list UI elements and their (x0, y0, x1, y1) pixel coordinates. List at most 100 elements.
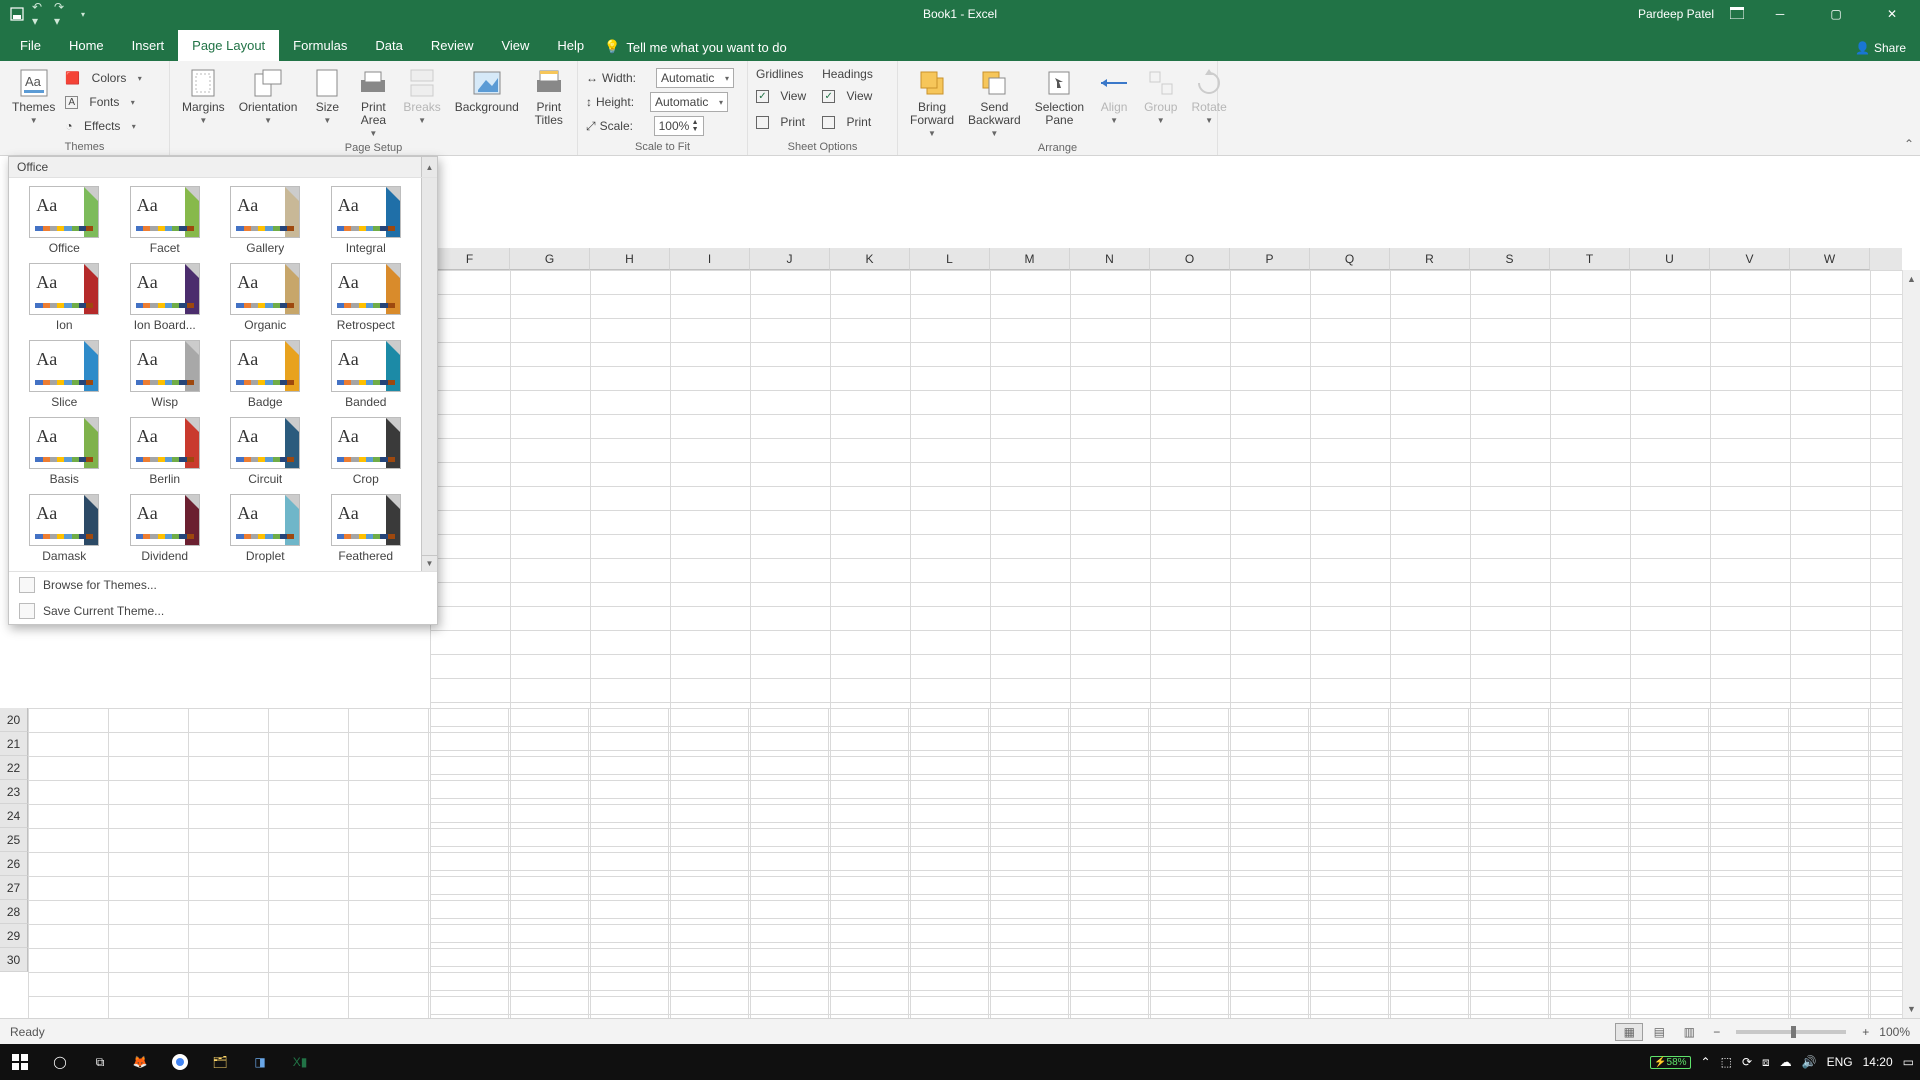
column-header-W[interactable]: W (1790, 248, 1870, 270)
minimize-button[interactable]: ─ (1760, 0, 1800, 28)
row-header-25[interactable]: 25 (0, 828, 28, 852)
task-view-icon[interactable]: ⧉ (86, 1048, 114, 1076)
column-header-Q[interactable]: Q (1310, 248, 1390, 270)
zoom-slider-handle[interactable] (1791, 1026, 1796, 1038)
tray-language[interactable]: ENG (1827, 1055, 1853, 1069)
theme-retrospect[interactable]: AaRetrospect (319, 261, 414, 334)
maximize-button[interactable]: ▢ (1816, 0, 1856, 28)
breaks-button[interactable]: Breaks▼ (399, 65, 444, 127)
tab-view[interactable]: View (487, 30, 543, 61)
column-header-O[interactable]: O (1150, 248, 1230, 270)
background-button[interactable]: Background (451, 65, 523, 116)
send-backward-button[interactable]: Send Backward▼ (964, 65, 1025, 140)
firefox-icon[interactable]: 🦊 (126, 1048, 154, 1076)
print-area-button[interactable]: Print Area▼ (353, 65, 393, 140)
theme-dividend[interactable]: AaDividend (118, 492, 213, 565)
headings-print-checkbox[interactable]: Print (822, 111, 873, 133)
zoom-slider[interactable] (1736, 1030, 1846, 1034)
zoom-out-button[interactable]: − (1713, 1025, 1720, 1039)
column-header-I[interactable]: I (670, 248, 750, 270)
scale-spinner[interactable]: 100%▲▼ (654, 116, 704, 136)
theme-office[interactable]: AaOffice (17, 184, 112, 257)
gallery-scroll-up[interactable]: ▲ (421, 157, 437, 177)
row-header-24[interactable]: 24 (0, 804, 28, 828)
theme-circuit[interactable]: AaCircuit (218, 415, 313, 488)
tray-clock[interactable]: 14:20 (1863, 1055, 1893, 1069)
tab-review[interactable]: Review (417, 30, 488, 61)
row-header-26[interactable]: 26 (0, 852, 28, 876)
height-combo[interactable]: Automatic▾ (650, 92, 728, 112)
column-header-J[interactable]: J (750, 248, 830, 270)
undo-icon[interactable]: ↶ ▾ (32, 7, 46, 21)
row-header-22[interactable]: 22 (0, 756, 28, 780)
theme-feathered[interactable]: AaFeathered (319, 492, 414, 565)
tab-formulas[interactable]: Formulas (279, 30, 361, 61)
theme-berlin[interactable]: AaBerlin (118, 415, 213, 488)
tab-page-layout[interactable]: Page Layout (178, 30, 279, 61)
start-button[interactable] (6, 1048, 34, 1076)
margins-button[interactable]: Margins▼ (178, 65, 229, 127)
column-header-R[interactable]: R (1390, 248, 1470, 270)
ribbon-collapse-button[interactable]: ⌃ (1904, 137, 1914, 151)
column-header-V[interactable]: V (1710, 248, 1790, 270)
zoom-value[interactable]: 100% (1879, 1025, 1910, 1039)
row-header-20[interactable]: 20 (0, 708, 28, 732)
page-layout-view-button[interactable]: ▤ (1645, 1023, 1673, 1041)
redo-icon[interactable]: ↷ ▾ (54, 7, 68, 21)
ribbon-display-icon[interactable] (1730, 7, 1744, 22)
theme-wisp[interactable]: AaWisp (118, 338, 213, 411)
tab-insert[interactable]: Insert (118, 30, 179, 61)
themes-button[interactable]: Aa Themes ▼ (8, 65, 59, 127)
row-header-21[interactable]: 21 (0, 732, 28, 756)
row-header-28[interactable]: 28 (0, 900, 28, 924)
row-header-27[interactable]: 27 (0, 876, 28, 900)
print-titles-button[interactable]: Print Titles (529, 65, 569, 129)
align-button[interactable]: Align▼ (1094, 65, 1134, 127)
fonts-button[interactable]: A Fonts ▾ (65, 91, 141, 113)
browse-themes-button[interactable]: Browse for Themes... (9, 572, 437, 598)
colors-button[interactable]: 🟥 Colors ▾ (65, 67, 141, 89)
gridlines-print-checkbox[interactable]: Print (756, 111, 806, 133)
tray-app-icon[interactable]: ⬚ (1721, 1055, 1732, 1069)
theme-facet[interactable]: AaFacet (118, 184, 213, 257)
page-break-view-button[interactable]: ▥ (1675, 1023, 1703, 1041)
size-button[interactable]: Size▼ (307, 65, 347, 127)
battery-indicator[interactable]: ⚡58% (1650, 1056, 1690, 1069)
column-header-H[interactable]: H (590, 248, 670, 270)
column-header-G[interactable]: G (510, 248, 590, 270)
column-header-P[interactable]: P (1230, 248, 1310, 270)
save-theme-button[interactable]: Save Current Theme... (9, 598, 437, 624)
vertical-scrollbar[interactable]: ▲ ▼ (1902, 270, 1920, 1018)
row-header-30[interactable]: 30 (0, 948, 28, 972)
theme-badge[interactable]: AaBadge (218, 338, 313, 411)
row-header-23[interactable]: 23 (0, 780, 28, 804)
column-header-F[interactable]: F (430, 248, 510, 270)
column-header-L[interactable]: L (910, 248, 990, 270)
tray-chevron-icon[interactable]: ⌃ (1701, 1055, 1711, 1069)
theme-gallery[interactable]: AaGallery (218, 184, 313, 257)
theme-banded[interactable]: AaBanded (319, 338, 414, 411)
orientation-button[interactable]: Orientation▼ (235, 65, 302, 127)
file-explorer-icon[interactable]: 🗂 (206, 1048, 234, 1076)
tab-help[interactable]: Help (543, 30, 598, 61)
tray-sync-icon[interactable]: ⟳ (1742, 1055, 1752, 1069)
column-header-N[interactable]: N (1070, 248, 1150, 270)
column-header-T[interactable]: T (1550, 248, 1630, 270)
close-button[interactable]: ✕ (1872, 0, 1912, 28)
save-icon[interactable] (10, 7, 24, 21)
qat-customize-icon[interactable]: ▾ (76, 7, 90, 21)
tab-data[interactable]: Data (361, 30, 416, 61)
normal-view-button[interactable]: ▦ (1615, 1023, 1643, 1041)
theme-organic[interactable]: AaOrganic (218, 261, 313, 334)
effects-button[interactable]: ◔ Effects ▾ (65, 115, 141, 137)
theme-crop[interactable]: AaCrop (319, 415, 414, 488)
gridlines-view-checkbox[interactable]: ✓ View (756, 85, 806, 107)
tray-cloud-icon[interactable]: ☁ (1780, 1055, 1792, 1069)
share-button[interactable]: 👤 Share (1841, 35, 1920, 61)
cell-grid-below[interactable] (28, 708, 1902, 1018)
row-header-29[interactable]: 29 (0, 924, 28, 948)
headings-view-checkbox[interactable]: ✓ View (822, 85, 873, 107)
theme-ion[interactable]: AaIon (17, 261, 112, 334)
tab-home[interactable]: Home (55, 30, 118, 61)
cortana-icon[interactable]: ◯ (46, 1048, 74, 1076)
